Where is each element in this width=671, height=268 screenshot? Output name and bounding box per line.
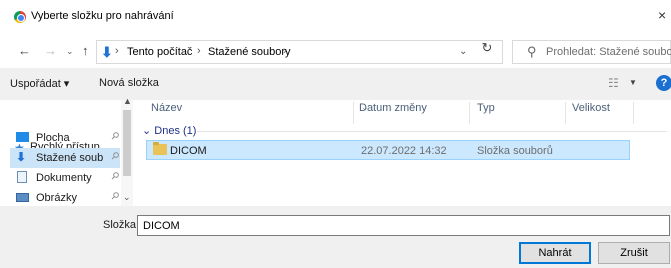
group-divider xyxy=(197,131,667,132)
cancel-button[interactable]: Zrušit xyxy=(598,242,670,264)
search-icon: ⚲ xyxy=(527,44,537,59)
sidebar-item-label: Dokumenty xyxy=(36,172,92,184)
file-type: Složka souborů xyxy=(477,145,553,157)
address-bar[interactable]: ⬇ › Tento počítač › Stažené soubory › ⌄ xyxy=(96,40,503,64)
group-label: Dnes (1) xyxy=(154,125,197,137)
forward-button[interactable]: → xyxy=(44,43,57,58)
navigation-pane: ★ Rychlý přístup Plocha ⚲ ⬇ Stažené soub… xyxy=(0,100,133,206)
sidebar-item-pictures[interactable]: Obrázky ⚲ xyxy=(10,188,121,208)
dialog-footer: Složka: Nahrát Zrušit xyxy=(0,206,671,268)
window-title: Vyberte složku pro nahrávání xyxy=(31,10,174,22)
title-bar: Vyberte složku pro nahrávání × xyxy=(0,0,671,32)
sidebar-item-downloads[interactable]: ⬇ Stažené soub ⚲ xyxy=(10,148,121,168)
nav-scrollbar[interactable]: ▲ ⌄ xyxy=(121,96,133,206)
chevron-down-icon: ⌄ xyxy=(142,125,152,137)
breadcrumb-separator: › xyxy=(283,45,287,57)
folder-field-label: Složka: xyxy=(103,219,140,231)
refresh-icon[interactable]: ↻ xyxy=(475,40,499,60)
breadcrumb-separator: › xyxy=(197,45,201,57)
download-icon: ⬇ xyxy=(16,150,27,164)
back-button[interactable]: ← xyxy=(18,43,31,58)
view-options-icon[interactable]: ☷ xyxy=(608,76,619,90)
column-header-size[interactable]: Velikost xyxy=(572,102,610,114)
column-divider[interactable] xyxy=(565,102,566,124)
file-list: Název ⌄ Datum změny Typ Velikost ⌄ Dnes … xyxy=(133,100,671,206)
folder-icon xyxy=(153,142,167,155)
documents-icon xyxy=(17,171,27,183)
sidebar-item-desktop[interactable]: Plocha ⚲ xyxy=(10,128,121,148)
help-icon[interactable]: ? xyxy=(656,75,671,91)
address-dropdown-icon[interactable]: ⌄ xyxy=(459,46,467,57)
view-dropdown-icon[interactable]: ▼ xyxy=(629,78,637,87)
sidebar-item-label: Plocha xyxy=(36,132,70,144)
pictures-icon xyxy=(16,193,29,202)
table-row[interactable]: DICOM 22.07.2022 14:32 Složka souborů xyxy=(146,140,630,160)
address-row: ← → ⌄ ↑ ⬇ › Tento počítač › Stažené soub… xyxy=(0,38,671,66)
column-divider[interactable] xyxy=(469,102,470,124)
organize-menu[interactable]: Uspořádat ▾ xyxy=(10,77,69,90)
file-date: 22.07.2022 14:32 xyxy=(361,145,447,157)
search-input[interactable]: Prohledat: Stažené soubory xyxy=(546,46,671,58)
sidebar-item-label: Stažené soub xyxy=(36,152,104,164)
pin-icon[interactable]: ⚲ xyxy=(108,190,121,203)
column-headers: Název ⌄ Datum změny Typ Velikost xyxy=(133,100,671,124)
desktop-icon xyxy=(16,132,29,142)
column-header-date[interactable]: Datum změny xyxy=(359,102,427,114)
column-header-name[interactable]: Název xyxy=(151,102,182,114)
scrollbar-thumb[interactable] xyxy=(123,110,131,176)
close-button[interactable]: × xyxy=(658,7,666,23)
download-icon: ⬇ xyxy=(101,44,113,60)
scroll-down-icon[interactable]: ⌄ xyxy=(123,192,131,203)
upload-button[interactable]: Nahrát xyxy=(519,242,591,264)
breadcrumb-separator: › xyxy=(115,45,119,57)
column-divider[interactable] xyxy=(353,102,354,124)
folder-name-field[interactable] xyxy=(137,215,670,236)
column-header-type[interactable]: Typ xyxy=(477,102,495,114)
sidebar-item-documents[interactable]: Dokumenty ⚲ xyxy=(10,168,121,188)
file-name: DICOM xyxy=(170,145,207,157)
toolbar: Uspořádat ▾ Nová složka ☷ ▼ ? xyxy=(0,68,671,100)
breadcrumb-downloads[interactable]: Stažené soubory xyxy=(208,46,291,58)
new-folder-button[interactable]: Nová složka xyxy=(99,77,159,89)
sidebar-item-label: Obrázky xyxy=(36,192,77,204)
recent-locations-button[interactable]: ⌄ xyxy=(66,46,74,57)
up-button[interactable]: ↑ xyxy=(82,43,89,58)
pin-icon[interactable]: ⚲ xyxy=(108,170,121,183)
pin-icon[interactable]: ⚲ xyxy=(108,150,121,163)
pin-icon[interactable]: ⚲ xyxy=(108,130,121,143)
group-header[interactable]: ⌄ Dnes (1) xyxy=(142,124,196,137)
breadcrumb-this-pc[interactable]: Tento počítač xyxy=(127,46,192,58)
chrome-icon xyxy=(14,11,26,23)
scroll-up-icon[interactable]: ▲ xyxy=(123,96,132,106)
column-divider[interactable] xyxy=(633,102,634,124)
search-box[interactable]: ⚲ Prohledat: Stažené soubory xyxy=(512,40,671,64)
